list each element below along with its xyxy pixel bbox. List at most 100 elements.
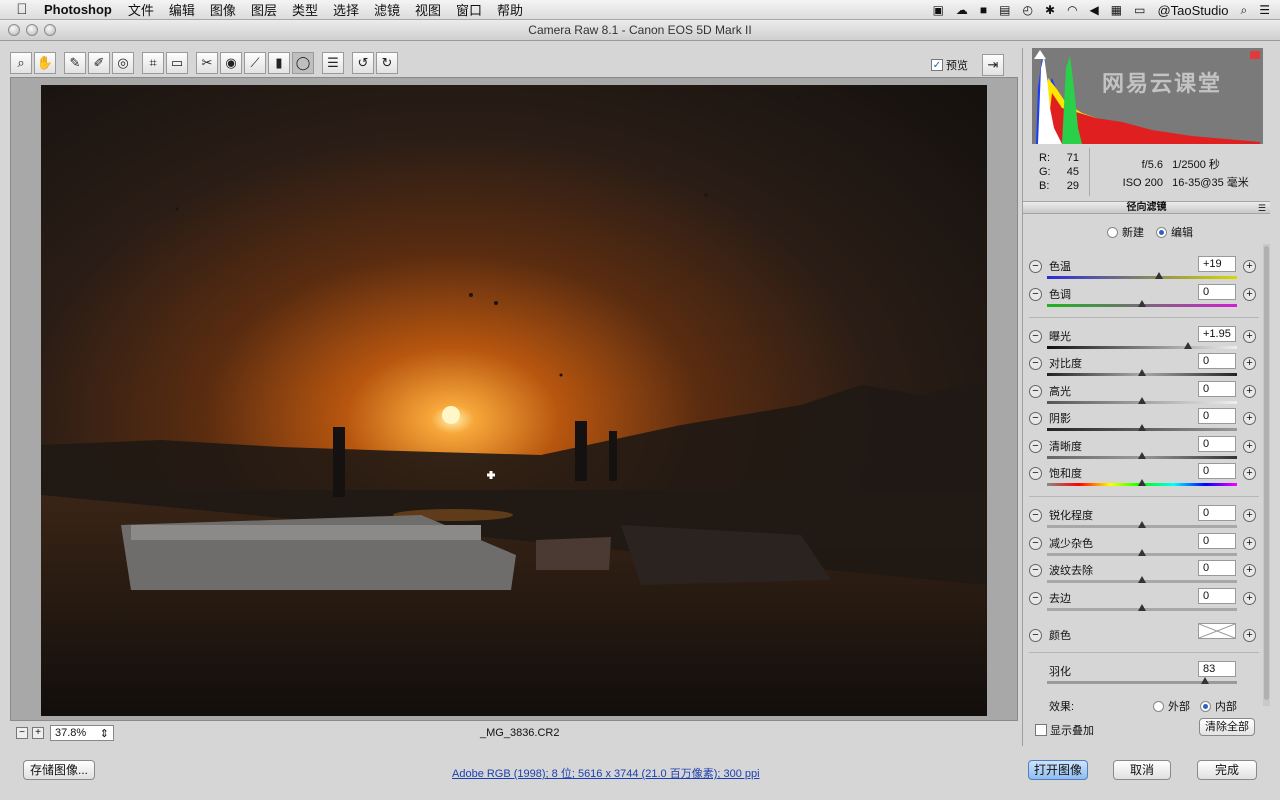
color-sampler-icon[interactable]: ✐ xyxy=(88,52,110,74)
menu-image[interactable]: 图像 xyxy=(210,0,236,19)
plus-icon[interactable]: + xyxy=(1243,412,1256,425)
battery-monitor-icon[interactable]: ▤ xyxy=(999,3,1010,17)
minus-icon[interactable]: − xyxy=(1029,592,1042,605)
slider-value[interactable]: 0 xyxy=(1198,436,1236,452)
highlight-clipping-icon[interactable] xyxy=(1250,51,1260,59)
wifi-icon[interactable]: ◠ xyxy=(1067,3,1077,17)
slider-thumb[interactable] xyxy=(1155,272,1164,279)
workflow-options-link[interactable]: Adobe RGB (1998); 8 位; 5616 x 3744 (21.0… xyxy=(452,765,760,781)
effect-outside-radio[interactable]: 外部 xyxy=(1153,698,1190,714)
save-image-button[interactable]: 存储图像... xyxy=(23,760,95,780)
menu-view[interactable]: 视图 xyxy=(415,0,441,19)
feather-value[interactable]: 83 xyxy=(1198,661,1236,677)
slider-thumb[interactable] xyxy=(1138,479,1146,486)
minus-icon[interactable]: − xyxy=(1029,509,1042,522)
spot-removal-icon[interactable]: ✂ xyxy=(196,52,218,74)
rotate-cw-icon[interactable]: ↻ xyxy=(376,52,398,74)
slider-track[interactable] xyxy=(1047,346,1237,349)
rotate-ccw-icon[interactable]: ↺ xyxy=(352,52,374,74)
slider-thumb[interactable] xyxy=(1138,521,1146,528)
minus-icon[interactable]: − xyxy=(1029,467,1042,480)
crop-icon[interactable]: ⌗ xyxy=(142,52,164,74)
slider-thumb[interactable] xyxy=(1138,300,1146,307)
spotlight-icon[interactable]: ⌕ xyxy=(1241,3,1248,18)
plus-icon[interactable]: + xyxy=(1243,467,1256,480)
slider-value[interactable]: 0 xyxy=(1198,588,1236,604)
battery-icon[interactable]: ▭ xyxy=(1134,3,1145,17)
slider-thumb[interactable] xyxy=(1138,576,1146,583)
overlay-checkbox[interactable] xyxy=(1035,724,1047,736)
minus-icon[interactable]: − xyxy=(1029,385,1042,398)
mode-edit-radio[interactable]: 编辑 xyxy=(1156,224,1193,240)
minus-icon[interactable]: − xyxy=(1029,629,1042,642)
minus-icon[interactable]: − xyxy=(1029,330,1042,343)
minus-icon[interactable]: − xyxy=(1029,537,1042,550)
bluetooth-icon[interactable]: ✱ xyxy=(1045,3,1055,17)
plus-icon[interactable]: + xyxy=(1243,385,1256,398)
plus-icon[interactable]: + xyxy=(1243,629,1256,642)
user-name[interactable]: @TaoStudio xyxy=(1157,3,1228,18)
menu-filter[interactable]: 滤镜 xyxy=(374,0,400,19)
app-menu[interactable]: Photoshop xyxy=(44,2,112,17)
slider-thumb[interactable] xyxy=(1183,342,1192,349)
effect-inside-radio[interactable]: 内部 xyxy=(1200,698,1237,714)
scrollbar-thumb[interactable] xyxy=(1264,246,1269,700)
shadow-clipping-icon[interactable] xyxy=(1034,50,1046,59)
menu-help[interactable]: 帮助 xyxy=(497,0,523,19)
graduated-filter-icon[interactable]: ▮ xyxy=(268,52,290,74)
mode-new-radio[interactable]: 新建 xyxy=(1107,224,1144,240)
plus-icon[interactable]: + xyxy=(1243,260,1256,273)
adjustment-brush-icon[interactable]: ⟋ xyxy=(244,52,266,74)
feather-slider-thumb[interactable] xyxy=(1200,677,1209,684)
plus-icon[interactable]: + xyxy=(1243,564,1256,577)
minus-icon[interactable]: − xyxy=(1029,260,1042,273)
plus-icon[interactable]: + xyxy=(1243,440,1256,453)
minus-icon[interactable]: − xyxy=(1029,288,1042,301)
slider-thumb[interactable] xyxy=(1138,452,1146,459)
minus-icon[interactable]: − xyxy=(1029,412,1042,425)
done-button[interactable]: 完成 xyxy=(1197,760,1257,780)
cloud-icon[interactable]: ☁ xyxy=(956,3,968,17)
color-swatch[interactable] xyxy=(1198,623,1236,639)
menu-edit[interactable]: 编辑 xyxy=(169,0,195,19)
slider-thumb[interactable] xyxy=(1138,369,1146,376)
volume-icon[interactable]: ◀ xyxy=(1090,3,1099,17)
cancel-button[interactable]: 取消 xyxy=(1113,760,1171,780)
time-machine-icon[interactable]: ◴ xyxy=(1023,3,1033,17)
radial-filter-icon[interactable]: ◯ xyxy=(292,52,314,74)
panel-menu-icon[interactable]: ☰ xyxy=(1258,202,1266,214)
zoom-in-button[interactable]: + xyxy=(32,727,44,739)
menu-type[interactable]: 类型 xyxy=(292,0,318,19)
preferences-icon[interactable]: ☰ xyxy=(322,52,344,74)
slider-thumb[interactable] xyxy=(1138,424,1146,431)
minimize-window-button[interactable] xyxy=(26,24,38,36)
red-eye-icon[interactable]: ◉ xyxy=(220,52,242,74)
zoom-out-button[interactable]: − xyxy=(16,727,28,739)
menu-file[interactable]: 文件 xyxy=(128,0,154,19)
slider-thumb[interactable] xyxy=(1138,604,1146,611)
plus-icon[interactable]: + xyxy=(1243,330,1256,343)
dropbox-icon[interactable]: ▣ xyxy=(933,3,944,17)
camera-icon[interactable]: ■ xyxy=(980,3,987,17)
flag-icon[interactable]: ▦ xyxy=(1111,3,1122,17)
preview-checkbox[interactable]: ✓ xyxy=(931,59,943,71)
slider-value[interactable]: 0 xyxy=(1198,533,1236,549)
menu-layer[interactable]: 图层 xyxy=(251,0,277,19)
slider-thumb[interactable] xyxy=(1138,397,1146,404)
menu-window[interactable]: 窗口 xyxy=(456,0,482,19)
white-balance-icon[interactable]: ✎ xyxy=(64,52,86,74)
slider-value[interactable]: 0 xyxy=(1198,408,1236,424)
open-image-button[interactable]: 打开图像 xyxy=(1028,760,1088,780)
minus-icon[interactable]: − xyxy=(1029,357,1042,370)
menu-select[interactable]: 选择 xyxy=(333,0,359,19)
minus-icon[interactable]: − xyxy=(1029,440,1042,453)
close-window-button[interactable] xyxy=(8,24,20,36)
slider-value[interactable]: 0 xyxy=(1198,381,1236,397)
slider-value[interactable]: 0 xyxy=(1198,353,1236,369)
targeted-adjust-icon[interactable]: ◎ xyxy=(112,52,134,74)
zoom-select[interactable]: 37.8% ⇕ xyxy=(50,725,114,741)
plus-icon[interactable]: + xyxy=(1243,537,1256,550)
plus-icon[interactable]: + xyxy=(1243,592,1256,605)
slider-value[interactable]: 0 xyxy=(1198,463,1236,479)
fullscreen-icon[interactable]: ⇥ xyxy=(982,54,1004,76)
